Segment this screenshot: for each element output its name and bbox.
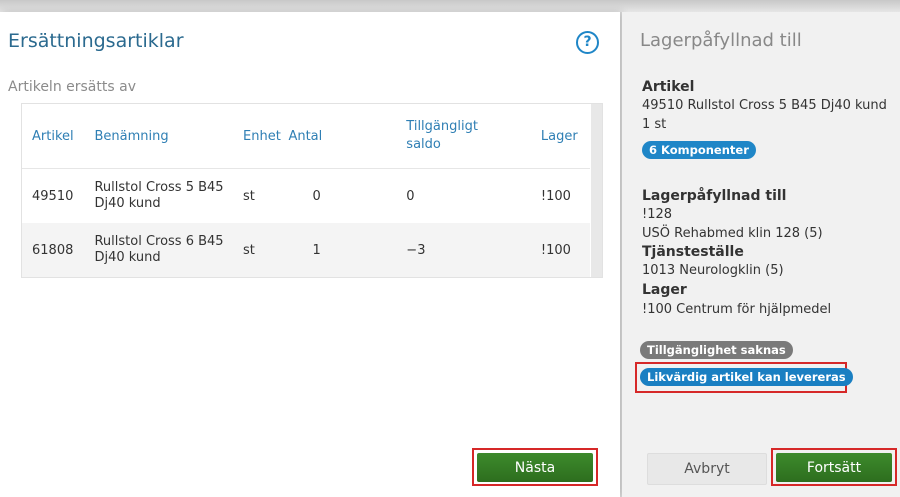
stock-refill-panel: Lagerpåfyllnad till Artikel 49510 Rullst… <box>622 12 900 497</box>
cell-artikel: 61808 <box>22 223 95 277</box>
article-name: 49510 Rullstol Cross 5 B45 Dj40 kund <box>642 98 887 113</box>
table-row[interactable]: 49510 Rullstol Cross 5 B45 Dj40 kund st … <box>22 168 590 223</box>
column-header-enhet[interactable]: Enhet <box>243 104 288 169</box>
cell-enhet: st <box>243 168 289 223</box>
next-button[interactable]: Nästa <box>477 453 593 482</box>
panel-title: Lagerpåfyllnad till <box>640 30 802 51</box>
article-quantity: 1 st <box>642 117 667 132</box>
stock-name: !100 Centrum för hjälpmedel <box>642 302 832 317</box>
table-scrollbar[interactable] <box>591 104 602 277</box>
stock-heading: Lager <box>642 282 687 298</box>
cell-antal: 1 <box>288 223 407 277</box>
refill-heading: Lagerpåfyllnad till <box>642 188 787 204</box>
column-header-artikel[interactable]: Artikel <box>22 104 94 169</box>
continue-button[interactable]: Fortsätt <box>776 453 892 482</box>
service-name: 1013 Neurologklin (5) <box>642 263 784 278</box>
panel-subtitle: Artikeln ersätts av <box>8 79 136 95</box>
refill-name: USÖ Rehabmed klin 128 (5) <box>642 226 823 241</box>
cell-benamning: Rullstol Cross 5 B45 Dj40 kund <box>94 168 244 223</box>
cell-saldo: 0 <box>406 168 541 223</box>
column-header-lager[interactable]: Lager <box>541 104 590 169</box>
window-top-strip <box>0 0 900 12</box>
column-header-benamning[interactable]: Benämning <box>94 104 243 169</box>
replacement-table: Artikel Benämning Enhet Antal Tillgängli… <box>21 103 603 278</box>
cell-artikel: 49510 <box>22 168 95 223</box>
cell-antal: 0 <box>288 168 407 223</box>
cell-benamning: Rullstol Cross 6 B45 Dj40 kund <box>94 223 244 277</box>
cell-lager: !100 <box>540 223 590 277</box>
service-heading: Tjänsteställe <box>642 244 744 260</box>
cell-lager: !100 <box>540 168 590 223</box>
replacement-articles-panel: Ersättningsartiklar ? Artikeln ersätts a… <box>0 12 620 497</box>
article-heading: Artikel <box>642 79 695 95</box>
cell-saldo: −3 <box>406 223 541 277</box>
cell-enhet: st <box>243 223 289 277</box>
components-badge[interactable]: 6 Komponenter <box>642 141 756 159</box>
refill-code: !128 <box>642 207 673 222</box>
availability-missing-badge: Tillgänglighet saknas <box>640 341 793 359</box>
column-header-antal[interactable]: Antal <box>288 104 406 169</box>
cancel-button[interactable]: Avbryt <box>647 453 767 485</box>
table-header-row: Artikel Benämning Enhet Antal Tillgängli… <box>22 104 590 169</box>
panel-title: Ersättningsartiklar <box>8 30 184 52</box>
help-icon[interactable]: ? <box>576 31 599 54</box>
column-header-saldo[interactable]: Tillgängligt saldo <box>406 104 541 169</box>
table-row[interactable]: 61808 Rullstol Cross 6 B45 Dj40 kund st … <box>22 223 590 277</box>
equivalent-article-badge: Likvärdig artikel kan levereras <box>640 368 853 386</box>
